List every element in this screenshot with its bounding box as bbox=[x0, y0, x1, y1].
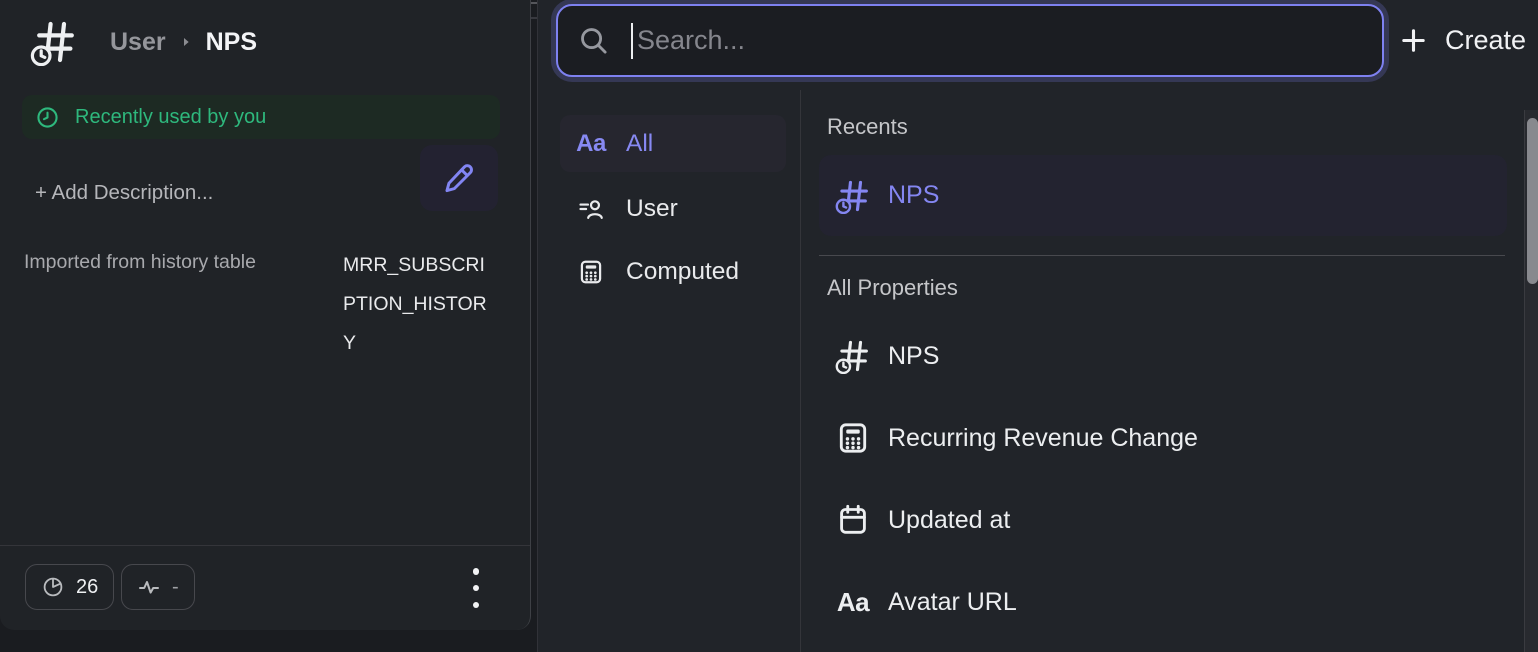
scrollbar-thumb[interactable] bbox=[1527, 118, 1538, 284]
recently-used-label: Recently used by you bbox=[75, 106, 266, 129]
text-type-icon: Aa bbox=[577, 130, 605, 158]
trend-value: - bbox=[172, 576, 179, 599]
imported-from-label: Imported from history table bbox=[24, 251, 256, 274]
property-detail-panel: User NPS Recently used by you + Add Desc… bbox=[0, 0, 531, 630]
calendar-icon bbox=[835, 502, 871, 538]
property-search-modal: Create Aa All User bbox=[537, 0, 1538, 652]
distinct-count-value: 26 bbox=[76, 576, 98, 599]
results-divider bbox=[819, 255, 1505, 256]
breadcrumb: User NPS bbox=[110, 28, 257, 57]
recently-used-badge: Recently used by you bbox=[22, 95, 500, 139]
search-icon bbox=[578, 25, 609, 56]
add-description[interactable]: + Add Description... bbox=[35, 181, 213, 205]
kebab-dot bbox=[473, 602, 480, 609]
tab-all[interactable]: Aa All bbox=[560, 115, 786, 172]
activity-icon bbox=[137, 575, 161, 599]
calculator-icon bbox=[577, 258, 605, 286]
create-button-label: Create bbox=[1445, 25, 1526, 56]
hash-clock-icon bbox=[30, 18, 78, 66]
text-type-icon: Aa bbox=[835, 584, 871, 620]
breadcrumb-parent[interactable]: User bbox=[110, 28, 166, 57]
recents-heading: Recents bbox=[827, 114, 908, 140]
activity-trend-button[interactable]: - bbox=[121, 564, 195, 610]
property-item-nps[interactable]: NPS bbox=[819, 323, 1507, 389]
property-item-avatar-url[interactable]: Aa Avatar URL bbox=[819, 569, 1507, 635]
hash-clock-icon bbox=[835, 338, 871, 374]
property-item-recurring-revenue-change[interactable]: Recurring Revenue Change bbox=[819, 405, 1507, 471]
kebab-dot bbox=[473, 568, 480, 575]
result-label: NPS bbox=[888, 342, 939, 371]
footer-divider bbox=[0, 545, 530, 546]
tab-user[interactable]: User bbox=[560, 184, 786, 234]
result-label: NPS bbox=[888, 181, 939, 210]
hash-clock-icon bbox=[835, 178, 871, 214]
create-button[interactable]: Create bbox=[1398, 15, 1538, 65]
modal-divider bbox=[800, 90, 801, 652]
chevron-right-icon bbox=[178, 34, 194, 50]
breadcrumb-current: NPS bbox=[206, 28, 257, 57]
all-properties-heading: All Properties bbox=[827, 275, 958, 301]
tab-label: Computed bbox=[626, 258, 739, 286]
kebab-menu-button[interactable] bbox=[462, 566, 490, 610]
tab-label: User bbox=[626, 195, 678, 223]
tab-computed[interactable]: Computed bbox=[560, 247, 786, 297]
clock-icon bbox=[35, 105, 60, 130]
result-label: Updated at bbox=[888, 506, 1010, 535]
plus-icon bbox=[1398, 25, 1429, 56]
search-bar[interactable] bbox=[556, 4, 1384, 77]
scrollbar-track[interactable] bbox=[1524, 110, 1538, 652]
screen: Create Aa All User bbox=[0, 0, 1538, 652]
tab-label: All bbox=[626, 130, 653, 158]
result-label: Avatar URL bbox=[888, 588, 1017, 617]
edit-description-button[interactable] bbox=[420, 145, 498, 211]
imported-from-value: MRR_SUBSCRIPTION_HISTORY bbox=[343, 246, 495, 363]
recent-item-nps[interactable]: NPS bbox=[819, 155, 1507, 236]
result-label: Recurring Revenue Change bbox=[888, 424, 1198, 453]
distinct-count-button[interactable]: 26 bbox=[25, 564, 114, 610]
property-item-updated-at[interactable]: Updated at bbox=[819, 487, 1507, 553]
pie-chart-icon bbox=[41, 575, 65, 599]
pencil-icon bbox=[442, 161, 476, 195]
user-list-icon bbox=[577, 195, 605, 223]
property-header: User NPS bbox=[30, 18, 257, 66]
search-input[interactable] bbox=[633, 6, 1382, 75]
calculator-icon bbox=[835, 420, 871, 456]
kebab-dot bbox=[473, 585, 480, 592]
